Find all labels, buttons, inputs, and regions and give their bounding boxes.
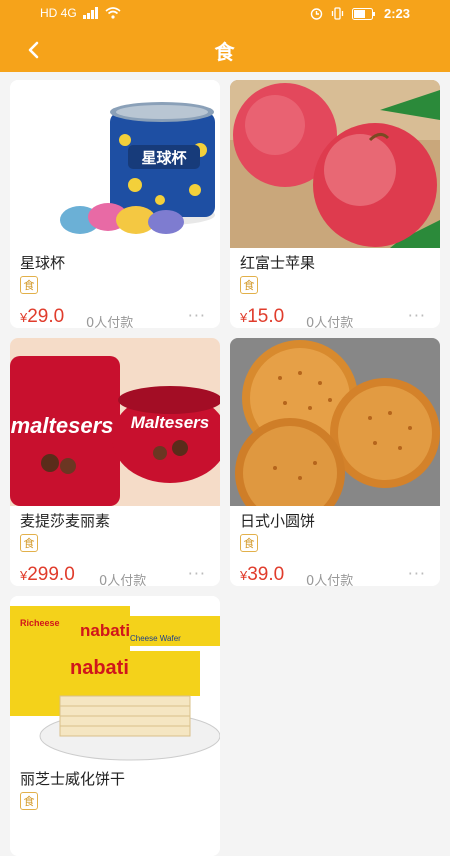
product-image-label: 星球杯 bbox=[141, 149, 187, 167]
price-value: 29.0 bbox=[27, 306, 65, 327]
product-name: 红富士苹果 bbox=[240, 254, 316, 272]
product-name: 丽芝士威化饼干 bbox=[20, 770, 126, 788]
product-image-label: nabati bbox=[70, 657, 129, 679]
price-value: 299.0 bbox=[27, 564, 75, 585]
product-image bbox=[230, 80, 440, 248]
network-indicator: HD 4G bbox=[40, 6, 77, 20]
product-image bbox=[230, 338, 440, 506]
more-options-icon[interactable]: ··· bbox=[408, 306, 426, 325]
buyer-count: 0人付款 bbox=[86, 316, 134, 328]
status-left: HD 4G bbox=[40, 6, 121, 20]
product-image-label: Cheese Wafer bbox=[130, 634, 181, 643]
status-right: 2:23 bbox=[310, 6, 410, 21]
top-header: 食 bbox=[0, 26, 450, 72]
category-tag: 食 bbox=[20, 534, 38, 552]
product-card[interactable]: 日式小圆饼 食 ¥39.0 0人付款 ··· bbox=[230, 338, 440, 586]
product-name: 星球杯 bbox=[20, 254, 66, 272]
clock: 2:23 bbox=[383, 6, 410, 21]
product-image-label: nabati bbox=[80, 621, 130, 640]
battery-icon bbox=[351, 7, 375, 20]
product-image: Richeese nabati Cheese Wafer nabati bbox=[10, 596, 220, 764]
product-card[interactable]: 红富士苹果 食 ¥15.0 0人付款 ··· bbox=[230, 80, 440, 328]
product-price: ¥299.0 bbox=[20, 564, 75, 586]
wifi-icon bbox=[105, 7, 121, 19]
product-image-label: Richeese bbox=[20, 618, 60, 628]
category-tag: 食 bbox=[20, 276, 38, 294]
category-tag: 食 bbox=[20, 792, 38, 810]
product-image-label: Maltesers bbox=[131, 413, 209, 432]
product-image: maltesers Maltesers bbox=[10, 338, 220, 506]
product-price: ¥15.0 bbox=[240, 306, 284, 328]
product-image: 星球杯 bbox=[10, 80, 220, 248]
more-options-icon[interactable]: ··· bbox=[408, 564, 426, 583]
page-title: 食 bbox=[214, 40, 236, 64]
signal-icon bbox=[82, 7, 98, 19]
product-card[interactable]: Richeese nabati Cheese Wafer nabati 丽芝士威… bbox=[10, 596, 220, 856]
product-card[interactable]: 星球杯 星球杯 食 ¥29.0 0人付款 ··· bbox=[10, 80, 220, 328]
category-tag: 食 bbox=[240, 276, 258, 294]
price-value: 15.0 bbox=[247, 306, 285, 327]
alarm-icon bbox=[310, 8, 323, 20]
buyer-count: 0人付款 bbox=[306, 574, 354, 586]
status-bar: HD 4G 2:23 bbox=[0, 0, 450, 26]
buyer-count: 0人付款 bbox=[306, 316, 354, 328]
product-price: ¥29.0 bbox=[20, 306, 64, 328]
category-tag: 食 bbox=[240, 534, 258, 552]
product-price: ¥39.0 bbox=[240, 564, 284, 586]
product-name: 麦提莎麦丽素 bbox=[20, 512, 111, 530]
product-card[interactable]: maltesers Maltesers 麦提莎麦丽素 食 ¥299.0 0人付款… bbox=[10, 338, 220, 586]
more-options-icon[interactable]: ··· bbox=[188, 306, 206, 325]
product-image-label: maltesers bbox=[11, 413, 114, 438]
vibrate-icon bbox=[331, 7, 344, 20]
price-value: 39.0 bbox=[247, 564, 285, 585]
product-name: 日式小圆饼 bbox=[240, 512, 316, 530]
buyer-count: 0人付款 bbox=[99, 574, 147, 586]
more-options-icon[interactable]: ··· bbox=[188, 564, 206, 583]
